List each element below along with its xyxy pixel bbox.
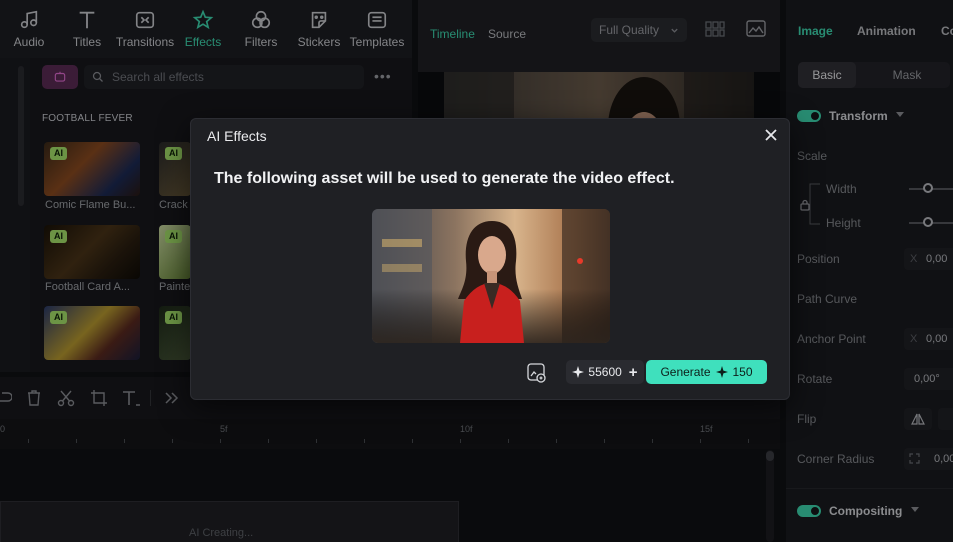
asset-thumbnail bbox=[372, 209, 610, 343]
ai-effects-dialog: AI Effects The following asset will be u… bbox=[190, 118, 790, 400]
sparkle-icon bbox=[572, 366, 585, 378]
app-window: Audio Titles Transitions Effects Filters… bbox=[0, 0, 953, 542]
asset-image bbox=[372, 209, 610, 343]
credits-button[interactable]: 55600 + bbox=[566, 360, 644, 384]
sparkle-icon bbox=[715, 366, 728, 378]
credits-value: 55600 bbox=[588, 365, 622, 379]
generate-label: Generate bbox=[660, 365, 711, 379]
generate-cost: 150 bbox=[732, 365, 753, 379]
dialog-message: The following asset will be used to gene… bbox=[214, 170, 675, 187]
plus-icon: + bbox=[628, 363, 638, 381]
close-icon[interactable] bbox=[763, 127, 779, 143]
ai-image-settings-icon[interactable] bbox=[526, 362, 548, 384]
generate-button[interactable]: Generate 150 bbox=[646, 360, 767, 384]
dialog-title: AI Effects bbox=[207, 128, 267, 144]
